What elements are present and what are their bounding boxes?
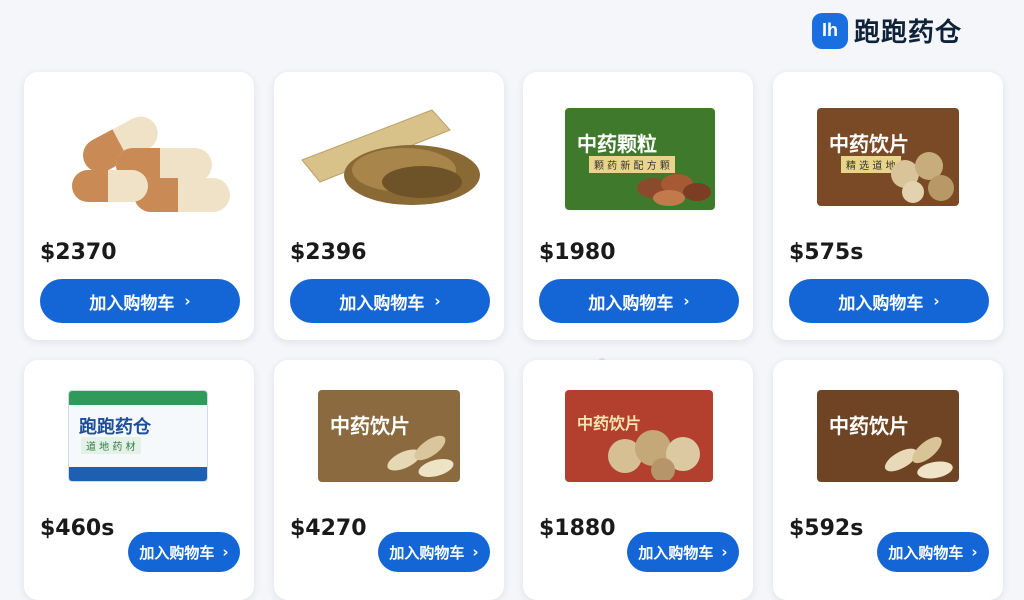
herb-slice-box-product-image: 中药饮片: [292, 378, 486, 528]
box-title: 中药颗粒: [577, 132, 657, 156]
chevron-right-icon: ›: [721, 543, 728, 561]
chevron-right-icon: ›: [184, 292, 191, 310]
box-title: 跑跑药仓: [79, 417, 151, 438]
add-to-cart-button[interactable]: 加入购物车 ›: [789, 279, 989, 323]
box-subtitle: 道 地 药 材: [81, 437, 141, 454]
brand-logo-icon: Ih: [812, 12, 848, 49]
add-to-cart-button[interactable]: 加入购物车 ›: [290, 279, 490, 323]
product-price: $1880: [539, 516, 616, 541]
herb-slices-graphic: [387, 435, 454, 478]
add-to-cart-label: 加入购物车: [389, 543, 465, 562]
herb-slice-box-product-image: 中药饮片 精 选 道 地: [791, 90, 985, 240]
product-card[interactable]: 中药颗粒 颗 药 新 配 方 颗 $1980 加入购物车 ›: [523, 72, 753, 340]
add-to-cart-button[interactable]: 加入购物车 ›: [128, 532, 240, 572]
granule-box-product-image: 中药颗粒 颗 药 新 配 方 颗: [541, 90, 735, 240]
product-box: 中药饮片: [817, 390, 959, 482]
herb-slices-graphic: [608, 430, 700, 480]
product-price: $2396: [290, 240, 367, 265]
product-price: $2370: [40, 240, 117, 265]
product-card[interactable]: $2370 加入购物车 ›: [24, 72, 254, 340]
chevron-right-icon: ›: [472, 543, 479, 561]
product-card[interactable]: 中药饮片 $4270 加入购物车 ›: [274, 360, 504, 600]
herb-granules-product-image: [301, 109, 480, 205]
product-price: $4270: [290, 516, 367, 541]
chevron-right-icon: ›: [222, 543, 229, 561]
add-to-cart-label: 加入购物车: [588, 293, 674, 314]
product-box: 跑跑药仓 道 地 药 材: [68, 390, 208, 482]
product-price: $575s: [789, 240, 864, 265]
add-to-cart-button[interactable]: 加入购物车 ›: [40, 279, 240, 323]
product-card[interactable]: $2396 加入购物车 ›: [274, 72, 504, 340]
box-bottom-band: [69, 467, 207, 481]
herb-slice-box-product-image: 中药饮片: [541, 378, 735, 528]
product-card[interactable]: 跑跑药仓 道 地 药 材 $460s 加入购物车 ›: [24, 360, 254, 600]
product-box: 中药饮片 精 选 道 地: [817, 108, 959, 206]
add-to-cart-label: 加入购物车: [888, 543, 964, 562]
capsules-product-image: [72, 116, 230, 212]
product-box: 中药颗粒 颗 药 新 配 方 颗: [565, 108, 715, 210]
product-price: $460s: [40, 516, 115, 541]
product-price: $1980: [539, 240, 616, 265]
product-card[interactable]: 中药饮片 精 选 道 地 $575s 加入购物车 ›: [773, 72, 1003, 340]
herb-slices-graphic: [891, 152, 954, 203]
product-box: 中药饮片: [318, 390, 460, 482]
product-card[interactable]: 中药饮片 $1880 加入购物车 ›: [523, 360, 753, 600]
product-box: 中药饮片: [565, 390, 713, 482]
add-to-cart-button[interactable]: 加入购物车 ›: [627, 532, 739, 572]
add-to-cart-button[interactable]: 加入购物车 ›: [877, 532, 989, 572]
brand-name: 跑跑药仓: [854, 18, 963, 48]
herb-slice-box-product-image: 中药饮片: [791, 378, 985, 528]
add-to-cart-label: 加入购物车: [89, 293, 175, 314]
add-to-cart-button[interactable]: 加入购物车 ›: [378, 532, 490, 572]
add-to-cart-label: 加入购物车: [339, 293, 425, 314]
product-price: $592s: [789, 516, 864, 541]
chevron-right-icon: ›: [971, 543, 978, 561]
add-to-cart-label: 加入购物车: [638, 543, 714, 562]
brand-logo[interactable]: Ih 跑跑药仓: [812, 12, 962, 49]
add-to-cart-label: 加入购物车: [838, 293, 924, 314]
brand-box-product-image: 跑跑药仓 道 地 药 材: [42, 378, 236, 528]
add-to-cart-button[interactable]: 加入购物车 ›: [539, 279, 739, 323]
herb-slices-graphic: [637, 174, 711, 206]
product-card[interactable]: 中药饮片 $592s 加入购物车 ›: [773, 360, 1003, 600]
chevron-right-icon: ›: [683, 292, 690, 310]
chevron-right-icon: ›: [434, 292, 441, 310]
chevron-right-icon: ›: [933, 292, 940, 310]
box-top-band: [69, 391, 207, 405]
herb-slices-graphic: [884, 436, 953, 479]
add-to-cart-label: 加入购物车: [139, 543, 215, 562]
